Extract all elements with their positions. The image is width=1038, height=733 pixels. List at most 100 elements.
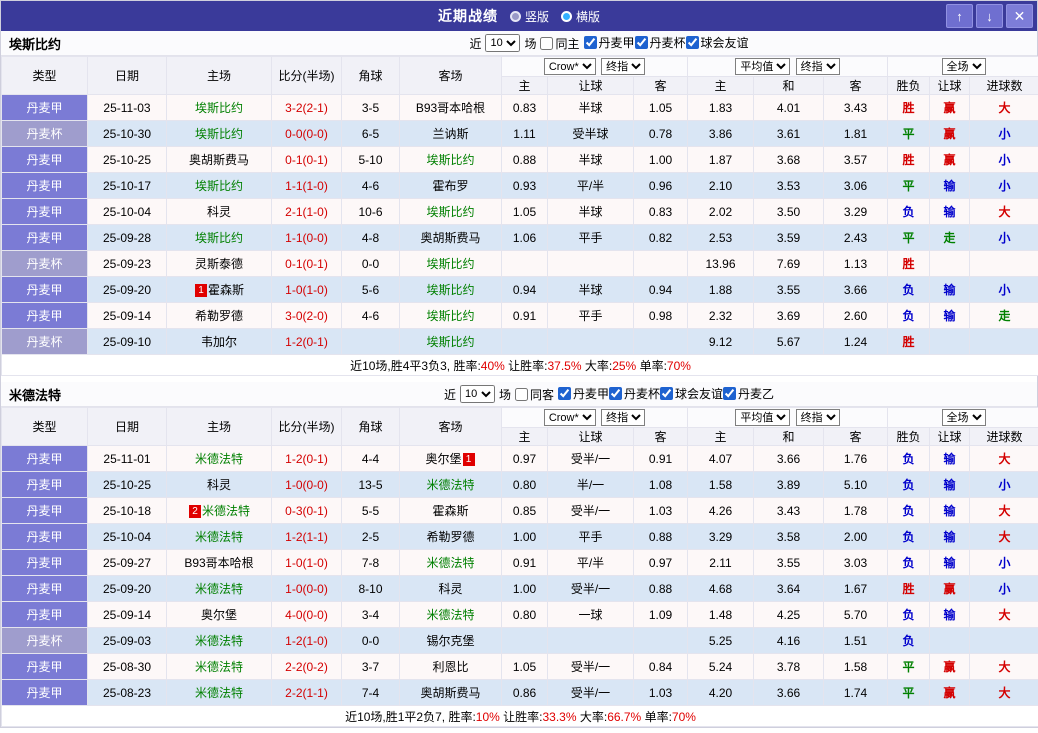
home-team[interactable]: 埃斯比约 — [166, 224, 272, 251]
away-team[interactable]: 利恩比 — [399, 653, 502, 680]
home-team[interactable]: 米德法特 — [166, 575, 272, 602]
away-team[interactable]: 米德法特 — [399, 471, 502, 498]
league-checkbox[interactable] — [685, 36, 699, 49]
result-handicap: 输 — [929, 497, 970, 524]
away-team[interactable]: 兰讷斯 — [399, 120, 502, 147]
avg-final-index-select[interactable]: 终指 — [795, 58, 840, 75]
home-team[interactable]: 米德法特 — [166, 653, 272, 680]
match-date: 25-09-14 — [87, 302, 167, 329]
avg-final-index-select[interactable]: 终指 — [795, 409, 840, 426]
away-team[interactable]: 希勒罗德 — [399, 523, 502, 550]
layout-horizontal-radio[interactable]: 横版 — [561, 8, 600, 25]
away-team[interactable]: 霍森斯 — [399, 497, 502, 524]
home-team[interactable]: 奥胡斯费马 — [166, 146, 272, 173]
col-header-score: 比分(半场) — [271, 56, 342, 95]
league-checkbox[interactable] — [557, 387, 571, 400]
home-team[interactable]: 米德法特 — [166, 523, 272, 550]
league-type-badge: 丹麦甲 — [1, 497, 88, 524]
home-team[interactable]: 1 霍森斯 — [166, 276, 272, 303]
layout-vertical-radio[interactable]: 竖版 — [509, 8, 549, 25]
avg-home-odds: 1.58 — [687, 471, 754, 498]
home-team[interactable]: 2 米德法特 — [166, 497, 272, 524]
home-team[interactable]: 米德法特 — [166, 679, 272, 706]
result-handicap — [929, 328, 970, 355]
home-team[interactable]: 米德法特 — [166, 627, 272, 654]
home-team[interactable]: 埃斯比约 — [166, 172, 272, 199]
away-team[interactable]: 埃斯比约 — [399, 250, 502, 277]
league-type-badge: 丹麦甲 — [1, 445, 88, 472]
corner-score: 2-5 — [341, 523, 400, 550]
score: 1-0(0-0) — [271, 471, 342, 498]
home-team[interactable]: 科灵 — [166, 198, 272, 225]
league-filter[interactable]: 球会友谊 — [660, 385, 723, 402]
odds-away: 1.00 — [633, 146, 688, 173]
scroll-up-button[interactable]: ↑ — [946, 4, 973, 28]
away-team[interactable]: 锡尔克堡 — [399, 627, 502, 654]
away-team[interactable]: 奥胡斯费马 — [399, 224, 502, 251]
home-team[interactable]: 灵斯泰德 — [166, 250, 272, 277]
match-date: 25-08-30 — [87, 653, 167, 680]
league-type-badge: 丹麦甲 — [1, 198, 88, 225]
league-checkbox[interactable] — [609, 387, 622, 400]
league-filter[interactable]: 丹麦乙 — [723, 385, 774, 402]
away-team[interactable]: B93哥本哈根 — [399, 94, 502, 121]
rank-badge: 1 — [194, 284, 207, 297]
league-checkbox[interactable] — [723, 387, 737, 400]
final-index-select[interactable]: 终指 — [601, 58, 646, 75]
league-checkbox[interactable] — [660, 387, 674, 400]
team-name: 米德法特 — [9, 387, 62, 403]
away-team[interactable]: 奥胡斯费马 — [399, 679, 502, 706]
avg-draw-odds: 3.78 — [753, 653, 824, 680]
league-filter[interactable]: 丹麦杯 — [609, 385, 660, 402]
avg-home-odds: 9.12 — [687, 328, 754, 355]
home-team[interactable]: 米德法特 — [166, 445, 272, 472]
avg-away-odds: 1.76 — [823, 445, 888, 472]
home-team[interactable]: 奥尔堡 — [166, 601, 272, 628]
team-name: 埃斯比约 — [9, 36, 62, 52]
fulltime-select[interactable]: 全场 — [941, 58, 986, 75]
away-team[interactable]: 霍布罗 — [399, 172, 502, 199]
home-team[interactable]: 科灵 — [166, 471, 272, 498]
away-team[interactable]: 埃斯比约 — [399, 276, 502, 303]
average-odds-select[interactable]: 平均值 — [735, 58, 791, 75]
home-team[interactable]: B93哥本哈根 — [166, 549, 272, 576]
same-venue-checkbox[interactable] — [540, 36, 554, 50]
league-filter[interactable]: 丹麦杯 — [634, 34, 686, 51]
league-checkbox[interactable] — [634, 36, 648, 49]
home-team[interactable]: 希勒罗德 — [166, 302, 272, 329]
result-handicap: 输 — [929, 445, 970, 472]
scroll-down-button[interactable]: ↓ — [976, 4, 1003, 28]
league-filter[interactable]: 球会友谊 — [685, 34, 749, 51]
league-filter[interactable]: 丹麦甲 — [583, 34, 635, 51]
odds-handicap: 受半/一 — [547, 653, 634, 680]
away-team[interactable]: 埃斯比约 — [399, 302, 502, 329]
avg-draw-odds: 3.55 — [753, 549, 824, 576]
same-venue-filter[interactable]: 同客 — [514, 386, 554, 403]
same-venue-checkbox[interactable] — [514, 387, 528, 401]
odds-home: 0.91 — [501, 302, 548, 329]
away-team[interactable]: 米德法特 — [399, 549, 502, 576]
away-team[interactable]: 米德法特 — [399, 601, 502, 628]
away-team[interactable]: 奥尔堡 1 — [399, 445, 502, 472]
average-odds-select[interactable]: 平均值 — [735, 409, 791, 426]
match-count-select[interactable]: 10 — [485, 34, 521, 52]
home-team[interactable]: 韦加尔 — [166, 328, 272, 355]
fulltime-select[interactable]: 全场 — [941, 409, 986, 426]
result-wdl: 平 — [887, 679, 930, 706]
home-team[interactable]: 埃斯比约 — [166, 120, 272, 147]
euro-odds-selector-group: 平均值 终指 — [687, 56, 888, 77]
close-button[interactable]: ✕ — [1006, 4, 1033, 28]
home-team[interactable]: 埃斯比约 — [166, 94, 272, 121]
away-team[interactable]: 埃斯比约 — [399, 198, 502, 225]
league-checkbox[interactable] — [583, 36, 597, 49]
bookmaker-select[interactable]: Crow* — [543, 58, 596, 75]
away-team[interactable]: 科灵 — [399, 575, 502, 602]
league-filter[interactable]: 丹麦甲 — [557, 385, 609, 402]
final-index-select[interactable]: 终指 — [601, 409, 646, 426]
away-team[interactable]: 埃斯比约 — [399, 328, 502, 355]
same-venue-filter[interactable]: 同主 — [540, 35, 580, 52]
odds-away: 0.94 — [633, 276, 688, 303]
match-count-select[interactable]: 10 — [459, 385, 495, 403]
bookmaker-select[interactable]: Crow* — [543, 409, 596, 426]
away-team[interactable]: 埃斯比约 — [399, 146, 502, 173]
